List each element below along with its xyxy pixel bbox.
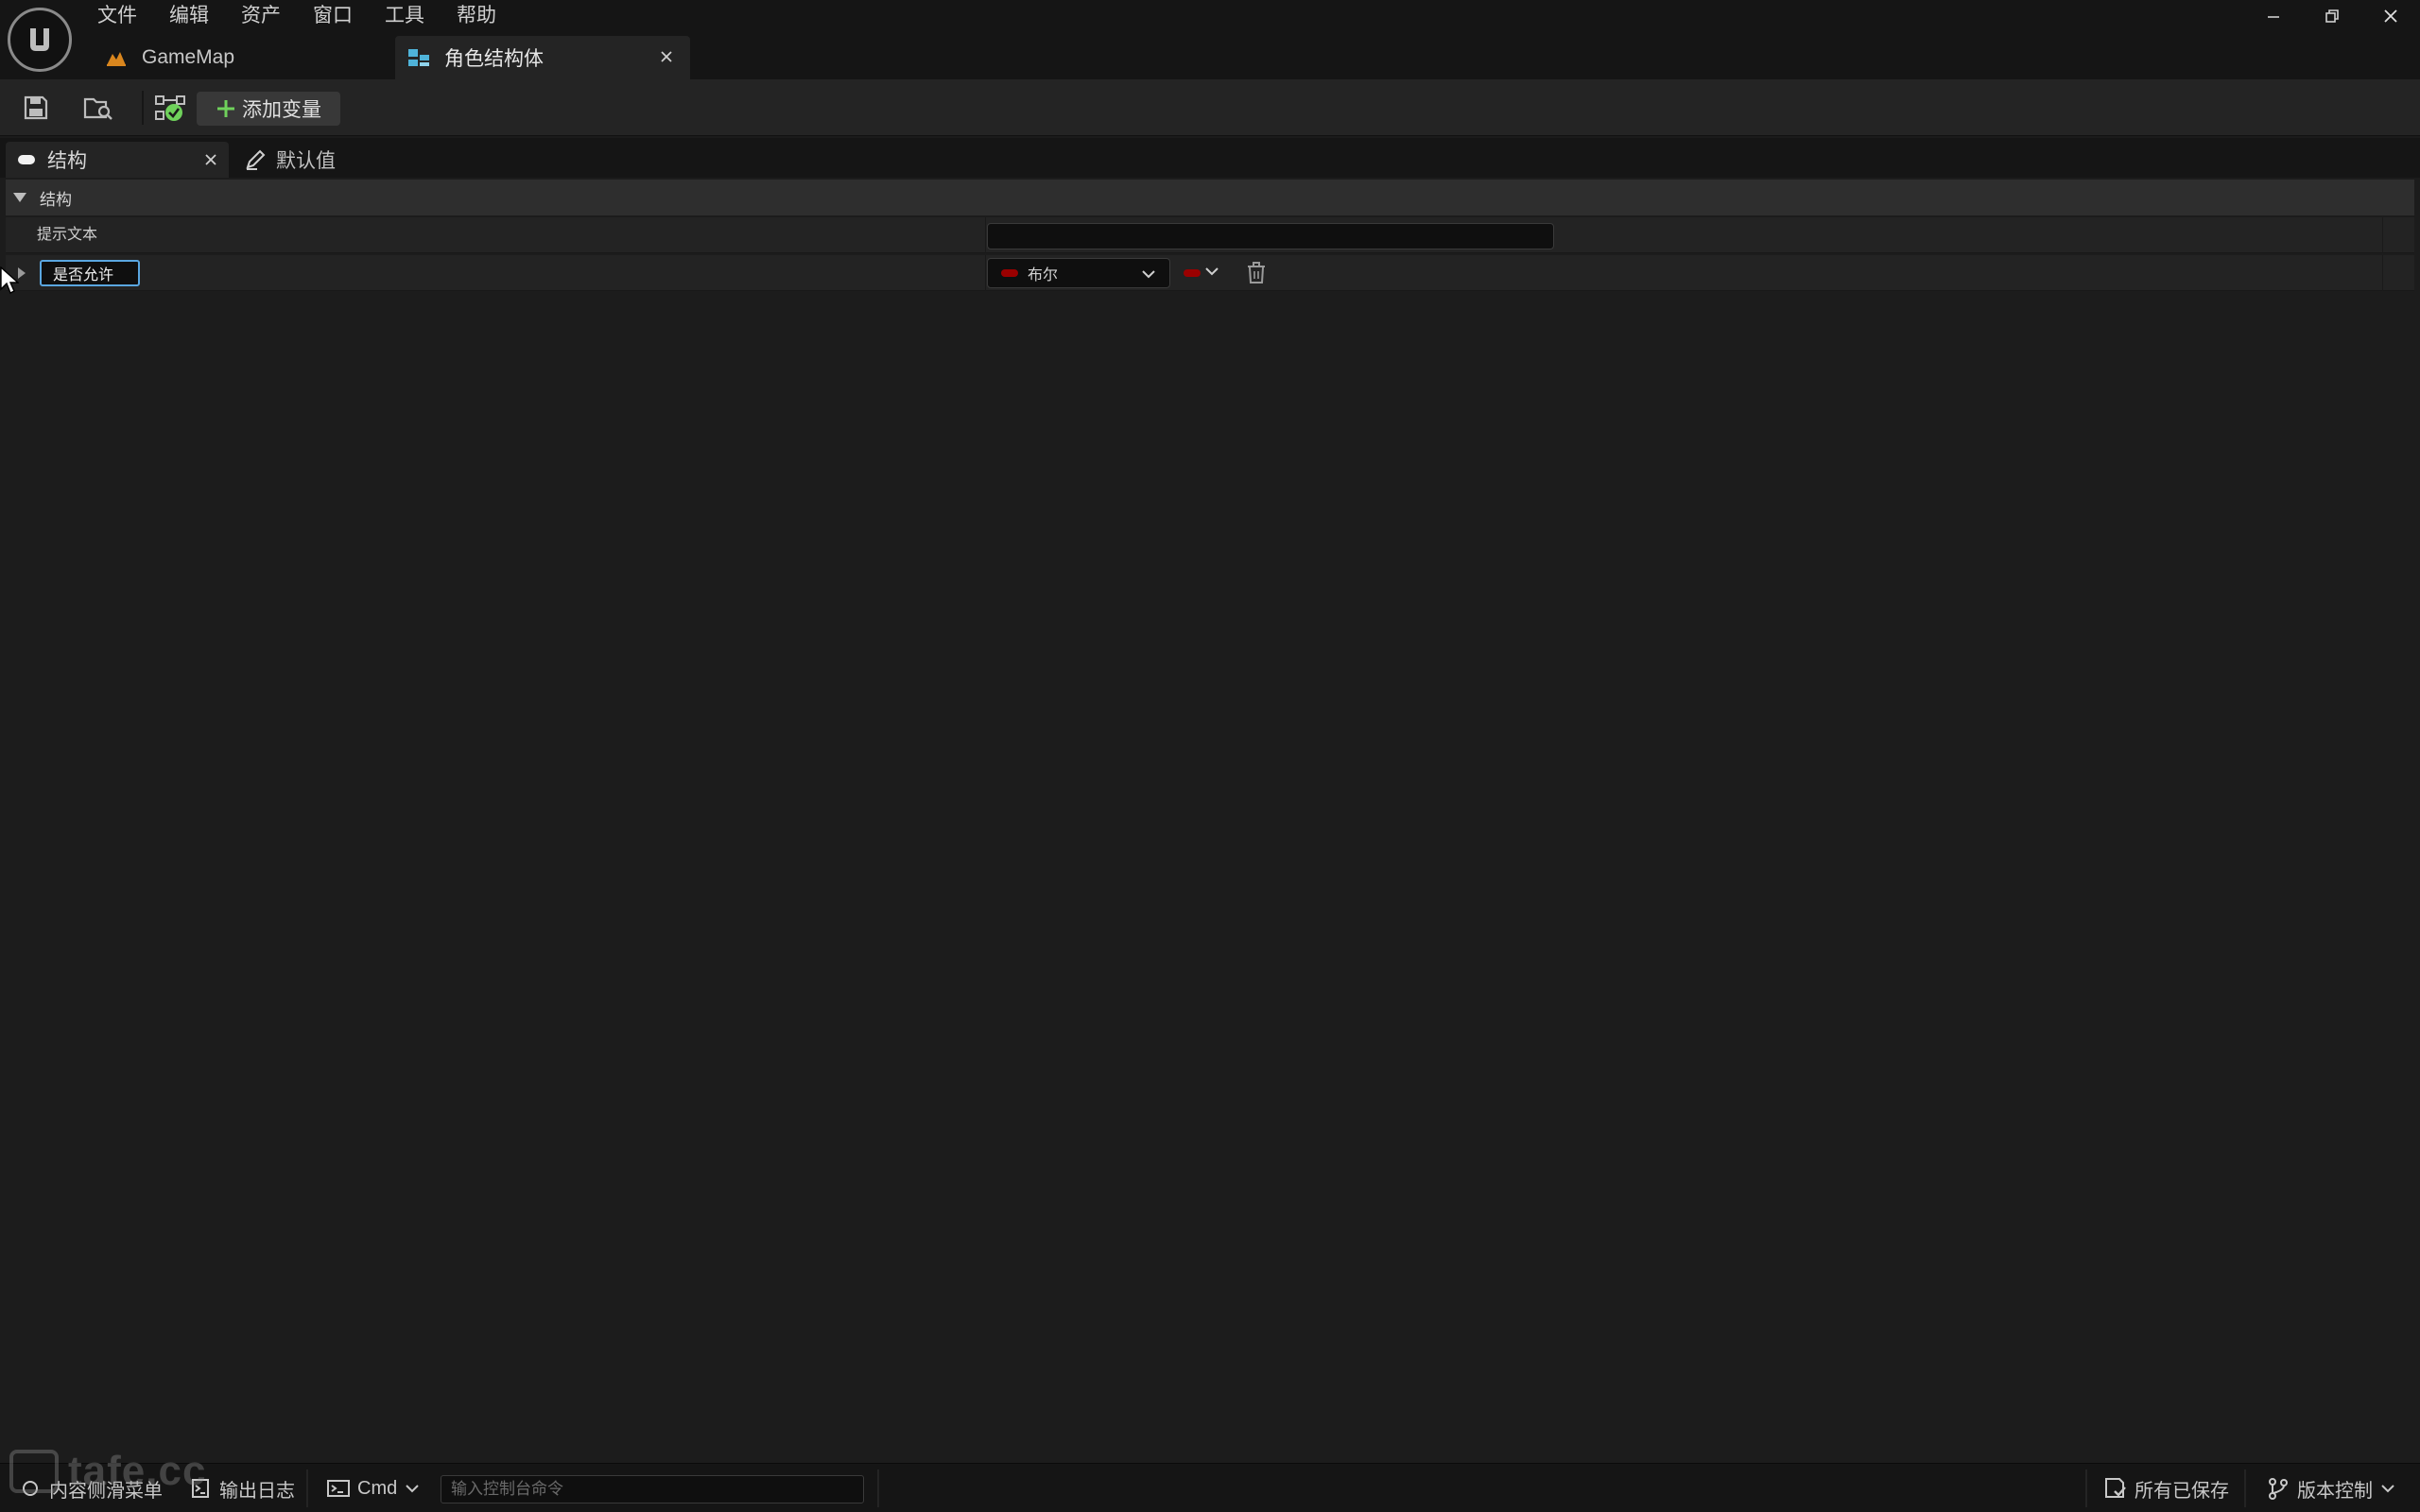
tab-character-struct-label: 角色结构体: [444, 48, 544, 70]
title-bar: 文件 编辑 资产 窗口 工具 帮助 GameMap 角色结构体: [0, 0, 2420, 79]
variable-type-dropdown[interactable]: 布尔: [987, 258, 1170, 288]
delete-member-button[interactable]: [1244, 261, 1269, 285]
menu-tools[interactable]: 工具: [369, 0, 441, 32]
console-icon: [327, 1477, 350, 1500]
cmd-dropdown[interactable]: Cmd: [327, 1464, 420, 1512]
level-map-icon: [104, 45, 129, 70]
close-tab-icon[interactable]: [656, 46, 677, 67]
close-icon: [2384, 9, 2397, 23]
close-window-button[interactable]: [2361, 0, 2420, 32]
menu-assets[interactable]: 资产: [225, 0, 297, 32]
unreal-struct-editor: 文件 编辑 资产 窗口 工具 帮助 GameMap 角色结构体 添加变量 结构 …: [0, 0, 2420, 1512]
close-panel-tab-icon[interactable]: [200, 149, 221, 170]
console-command-input[interactable]: [441, 1475, 864, 1503]
category-header-structure[interactable]: 结构: [6, 180, 2414, 215]
tooltip-row: 提示文本: [6, 217, 2414, 253]
statusbar-separator: [2244, 1469, 2246, 1507]
watermark-logo: tafe.cc: [9, 1448, 236, 1494]
check-status-icon: [155, 95, 185, 121]
tab-default-values[interactable]: 默认值: [238, 142, 336, 178]
member-name-field[interactable]: [40, 260, 140, 286]
variable-type-label: 布尔: [1028, 267, 1059, 284]
all-saved-button[interactable]: 所有已保存: [2104, 1464, 2229, 1512]
chevron-down-icon: [1204, 265, 1219, 282]
cmd-label: Cmd: [357, 1477, 398, 1499]
tab-default-values-label: 默认值: [276, 150, 336, 172]
menu-bar: 文件 编辑 资产 窗口 工具 帮助: [81, 0, 512, 32]
panel-tab-bar: 结构 默认值: [0, 138, 2420, 178]
trash-icon: [1248, 262, 1265, 284]
watermark-text: tafe.cc: [68, 1448, 207, 1494]
source-control-button[interactable]: 版本控制: [2267, 1464, 2395, 1512]
tooltip-label: 提示文本: [37, 227, 98, 243]
tab-structure-label: 结构: [47, 150, 87, 172]
window-controls: [2244, 0, 2420, 32]
collapse-arrow-icon: [6, 192, 34, 203]
toolbar-separator: [142, 91, 144, 125]
column-divider-right: [2382, 217, 2383, 253]
column-divider: [985, 255, 986, 291]
watermark-icon: [9, 1450, 59, 1493]
browse-button[interactable]: [78, 89, 119, 127]
statusbar-separator: [306, 1469, 308, 1507]
menu-help[interactable]: 帮助: [441, 0, 512, 32]
minimize-icon: [2268, 16, 2279, 18]
minimize-button[interactable]: [2244, 0, 2303, 32]
chevron-down-icon: [405, 1483, 420, 1494]
struct-pill-icon: [15, 148, 38, 171]
check-status-button[interactable]: [149, 89, 191, 127]
category-label: 结构: [40, 190, 72, 209]
plus-icon: [216, 98, 236, 119]
save-status-icon: [2104, 1477, 2127, 1500]
add-variable-button[interactable]: 添加变量: [197, 92, 340, 126]
mouse-cursor-icon: [0, 266, 19, 294]
statusbar-separator: [2085, 1469, 2087, 1507]
single-container-pill-icon: [1184, 269, 1201, 277]
statusbar-separator: [877, 1469, 879, 1507]
restore-button[interactable]: [2303, 0, 2361, 32]
tooltip-text-field[interactable]: [987, 223, 1554, 249]
toolbar: 添加变量: [0, 79, 2420, 136]
menu-file[interactable]: 文件: [81, 0, 153, 32]
menu-window[interactable]: 窗口: [297, 0, 369, 32]
bool-type-pill-icon: [1001, 269, 1018, 277]
menu-edit[interactable]: 编辑: [153, 0, 225, 32]
unreal-logo-icon[interactable]: [8, 8, 72, 72]
all-saved-label: 所有已保存: [2135, 1480, 2229, 1502]
structure-panel: 结构 提示文本 布尔: [0, 178, 2420, 1463]
chevron-down-icon: [2380, 1483, 2395, 1494]
chevron-down-icon: [1141, 267, 1156, 284]
tab-structure[interactable]: 结构: [6, 142, 229, 178]
pencil-icon: [244, 148, 267, 171]
browse-icon: [83, 97, 112, 120]
column-divider-right: [2382, 255, 2383, 291]
tab-character-struct[interactable]: 角色结构体: [395, 36, 690, 79]
container-type-dropdown[interactable]: [1184, 263, 1229, 284]
save-button[interactable]: [15, 89, 57, 127]
source-control-icon: [2267, 1477, 2290, 1500]
tab-gamemap-label: GameMap: [142, 46, 235, 68]
tab-gamemap[interactable]: GameMap: [95, 36, 395, 79]
column-divider: [985, 217, 986, 253]
status-bar: 内容侧滑菜单 输出日志 Cmd 所有已保存: [0, 1463, 2420, 1512]
member-variable-row: 布尔: [6, 255, 2414, 291]
struct-asset-icon: [406, 45, 431, 70]
add-variable-label: 添加变量: [242, 99, 321, 121]
save-icon: [24, 95, 48, 120]
source-control-label: 版本控制: [2297, 1480, 2373, 1502]
restore-icon: [2325, 9, 2339, 23]
